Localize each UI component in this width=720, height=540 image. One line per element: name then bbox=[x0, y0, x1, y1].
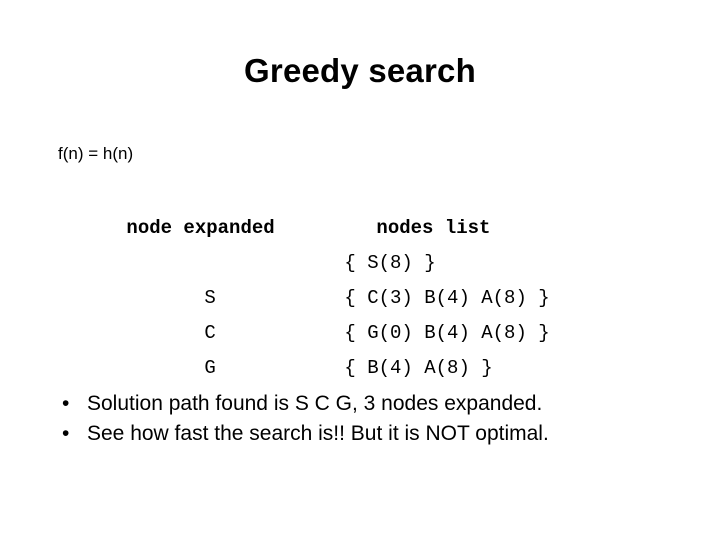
cell-nodes-list: { B(4) A(8) } bbox=[344, 357, 493, 379]
cell-nodes-list: { S(8) } bbox=[344, 252, 436, 274]
page-title: Greedy search bbox=[244, 52, 476, 89]
list-item: • See how fast the search is!! But it is… bbox=[62, 419, 702, 449]
cell-node-expanded: S bbox=[204, 287, 216, 309]
cell-nodes-list: { C(3) B(4) A(8) } bbox=[344, 287, 550, 309]
table-header-row: node expanded nodes list bbox=[58, 176, 550, 239]
bullet-list: • Solution path found is S C G, 3 nodes … bbox=[62, 389, 702, 449]
column-header-node-expanded: node expanded bbox=[126, 217, 275, 239]
cell-node-expanded: C bbox=[204, 322, 216, 344]
heuristic-formula: f(n) = h(n) bbox=[58, 144, 134, 163]
bullet-text: Solution path found is S C G, 3 nodes ex… bbox=[87, 392, 543, 415]
column-header-nodes-list: nodes list bbox=[376, 217, 491, 239]
bullet-point-icon: • bbox=[62, 422, 70, 445]
cell-nodes-list: { G(0) B(4) A(8) } bbox=[344, 322, 550, 344]
list-item: • Solution path found is S C G, 3 nodes … bbox=[62, 389, 702, 419]
search-trace-table: node expanded nodes list { S(8) } S { C(3)… bbox=[58, 176, 550, 379]
bullet-point-icon: • bbox=[62, 392, 70, 415]
cell-node-expanded: G bbox=[204, 357, 216, 379]
bullet-text: See how fast the search is!! But it is N… bbox=[87, 422, 549, 445]
slide-canvas: Greedy search f(n) = h(n) node expanded n… bbox=[0, 0, 720, 540]
